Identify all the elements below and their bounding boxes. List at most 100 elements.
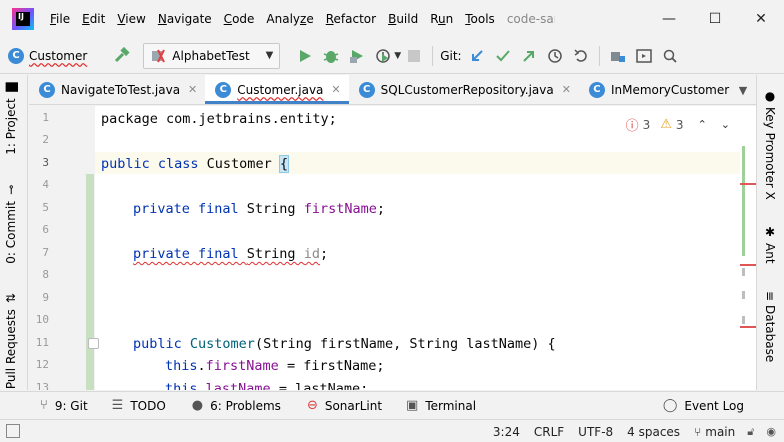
- git-rollback-icon[interactable]: [568, 43, 594, 69]
- tool-window-todo[interactable]: ☰ TODO: [112, 398, 166, 413]
- tab-sql-customer-repository[interactable]: C SQLCustomerRepository.java ✕: [349, 75, 579, 104]
- menu-analyze[interactable]: Analyze: [260, 9, 319, 29]
- intellij-logo-icon[interactable]: IJ: [12, 8, 34, 30]
- status-bar: 3:24 CRLF UTF-8 4 spaces ⑂ main 🔓︎ ◉: [0, 419, 784, 442]
- line-number: 9: [42, 291, 49, 304]
- warning-icon: ●: [191, 398, 204, 413]
- indent-settings[interactable]: 4 spaces: [627, 425, 680, 439]
- previous-highlight-icon[interactable]: ⌃: [698, 118, 707, 131]
- debug-icon[interactable]: [318, 43, 344, 69]
- tool-window-project[interactable]: 1: Project ▇: [4, 83, 18, 155]
- constructor-name: Customer: [189, 336, 255, 352]
- line-separator[interactable]: CRLF: [534, 425, 564, 439]
- tab-customer[interactable]: C Customer.java ✕: [205, 75, 350, 104]
- tool-window-event-log[interactable]: ◯ Event Log: [663, 398, 744, 413]
- error-stripe[interactable]: [740, 106, 756, 390]
- toolbar-separator: [432, 45, 434, 66]
- git-update-icon[interactable]: [464, 43, 490, 69]
- keyword: this: [165, 358, 198, 374]
- tab-label: NavigateToTest.java: [61, 82, 181, 97]
- git-history-icon[interactable]: [542, 43, 568, 69]
- close-tab-icon[interactable]: ✕: [331, 83, 340, 96]
- close-button[interactable]: ✕: [738, 0, 784, 38]
- code-area[interactable]: package com.jetbrains.entity; public cla…: [95, 106, 740, 390]
- project-structure-icon[interactable]: [605, 43, 631, 69]
- git-commit-icon[interactable]: [490, 43, 516, 69]
- error-marker[interactable]: [740, 264, 756, 266]
- menu-build[interactable]: Build: [382, 9, 424, 29]
- menu-navigate[interactable]: Navigate: [152, 9, 218, 29]
- toolbar-separator: [598, 45, 600, 66]
- menu-edit[interactable]: Edit: [76, 9, 111, 29]
- tool-window-pull-requests[interactable]: Pull Requests ⇅: [4, 293, 18, 389]
- event-log-tool-label: Event Log: [684, 398, 744, 413]
- bottom-tool-bar: ⑂ 9: Git ☰ TODO ● 6: Problems ⊖ SonarLin…: [0, 391, 784, 419]
- inspection-widget[interactable]: ⓘ 3 ⚠ 3 ⌃ ⌄: [626, 115, 730, 134]
- tool-window-key-promoter[interactable]: ● Key Promoter X: [763, 89, 777, 200]
- error-highlight[interactable]: private final String id: [133, 246, 320, 262]
- maximize-button[interactable]: ☐: [692, 0, 738, 38]
- close-tab-icon[interactable]: ✕: [188, 83, 197, 96]
- editor-gutter[interactable]: 1 2 3 4 5 6 7 8 9 10 11 12 13: [29, 106, 99, 390]
- code-text: .: [197, 358, 206, 374]
- run-icon[interactable]: [292, 43, 318, 69]
- caret-position[interactable]: 3:24: [493, 425, 520, 439]
- run-with-coverage-icon[interactable]: [344, 43, 370, 69]
- minimize-button[interactable]: —: [646, 0, 692, 38]
- toggle-tool-windows-icon[interactable]: [6, 424, 20, 438]
- commit-tool-label: 0: Commit: [4, 201, 18, 264]
- presentation-mode-icon[interactable]: [631, 43, 657, 69]
- tool-window-git[interactable]: ⑂ 9: Git: [40, 398, 88, 413]
- error-marker[interactable]: [740, 326, 756, 328]
- menu-file[interactable]: File: [44, 9, 76, 29]
- tool-window-database[interactable]: ≡ Database: [763, 291, 777, 362]
- line-number: 10: [35, 313, 49, 326]
- menu-code[interactable]: Code: [218, 9, 261, 29]
- tab-label: Customer.java: [237, 82, 324, 97]
- line-number: 8: [42, 268, 49, 281]
- git-branch[interactable]: main: [705, 425, 735, 439]
- error-marker[interactable]: [740, 183, 756, 185]
- lock-icon[interactable]: 🔓︎: [747, 425, 754, 439]
- code-line: public Customer(String firstName, String…: [133, 333, 556, 355]
- key-promoter-label: Key Promoter X: [763, 107, 777, 200]
- menu-view[interactable]: View: [111, 9, 151, 29]
- ant-icon: ✱: [763, 225, 777, 239]
- menu-run[interactable]: Run: [424, 9, 459, 29]
- menu-tools[interactable]: Tools: [459, 9, 501, 29]
- menu-refactor[interactable]: Refactor: [320, 9, 382, 29]
- tool-window-ant[interactable]: ✱ Ant: [763, 225, 777, 264]
- code-text: .: [197, 381, 206, 390]
- line-number: 13: [35, 381, 49, 390]
- more-run-options-icon[interactable]: ▼: [394, 51, 401, 61]
- inspector-icon[interactable]: ◉: [766, 425, 776, 438]
- stop-icon[interactable]: [401, 43, 427, 69]
- tool-window-sonarlint[interactable]: ⊖ SonarLint: [307, 398, 382, 413]
- close-tab-icon[interactable]: ✕: [562, 83, 571, 96]
- navigation-breadcrumb[interactable]: C Customer: [8, 47, 88, 64]
- build-hammer-icon[interactable]: [109, 43, 135, 69]
- tool-window-problems[interactable]: ● 6: Problems: [192, 398, 281, 413]
- breadcrumb-label: Customer: [29, 48, 88, 63]
- vcs-change-marker[interactable]: [86, 174, 94, 390]
- git-push-icon[interactable]: [516, 43, 542, 69]
- sonarlint-icon: ⊖: [306, 398, 318, 413]
- code-text: package com.jetbrains.entity;: [101, 111, 337, 127]
- tool-window-terminal[interactable]: ▣ Terminal: [406, 398, 476, 413]
- tab-list-dropdown-icon[interactable]: ▼: [730, 75, 756, 104]
- status-widgets: 3:24 CRLF UTF-8 4 spaces ⑂ main 🔓︎ ◉: [479, 420, 776, 442]
- database-label: Database: [763, 305, 777, 363]
- next-highlight-icon[interactable]: ⌄: [721, 118, 730, 131]
- file-encoding[interactable]: UTF-8: [578, 425, 613, 439]
- search-everywhere-icon[interactable]: [657, 43, 683, 69]
- tool-window-commit[interactable]: 0: Commit ⊸: [4, 185, 18, 264]
- run-configuration-selector[interactable]: AlphabetTest ▼: [143, 42, 281, 69]
- line-number: 12: [35, 358, 49, 371]
- profiler-icon[interactable]: [370, 43, 396, 69]
- code-editor[interactable]: 1 2 3 4 5 6 7 8 9 10 11 12 13 package co…: [29, 106, 756, 390]
- problems-tool-label: 6: Problems: [210, 398, 281, 413]
- editor-tab-bar: C NavigateToTest.java ✕ C Customer.java …: [29, 75, 756, 105]
- class-name: Customer: [206, 156, 280, 172]
- class-icon: C: [588, 81, 605, 98]
- tab-navigate-to-test[interactable]: C NavigateToTest.java ✕: [29, 75, 205, 104]
